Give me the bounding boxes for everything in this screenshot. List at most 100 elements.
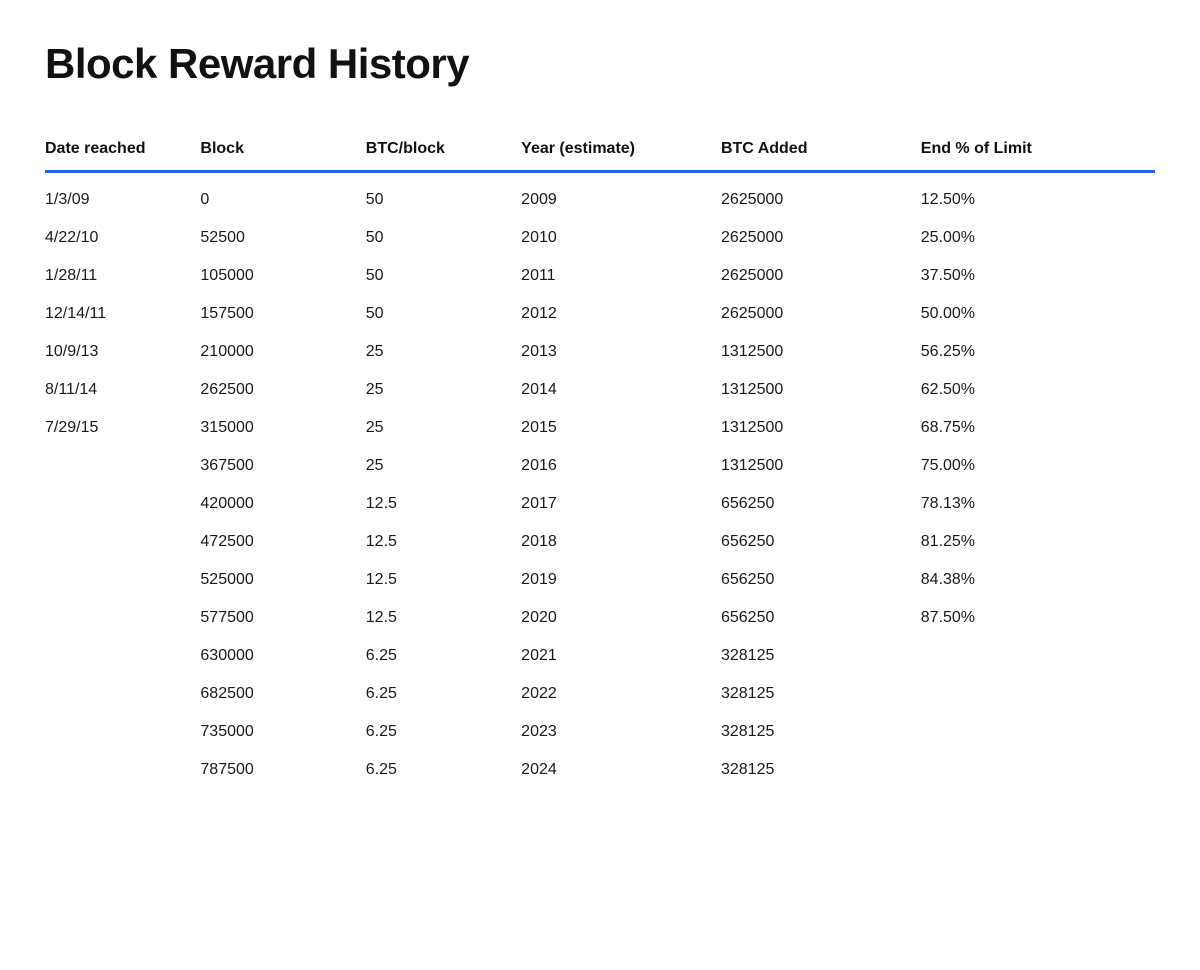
cell-date: 7/29/15 [45, 409, 200, 447]
cell-year: 2021 [511, 637, 711, 675]
cell-endlimit [911, 751, 1155, 789]
cell-btcblock: 12.5 [356, 523, 511, 561]
cell-year: 2014 [511, 371, 711, 409]
cell-btcadded: 656250 [711, 485, 911, 523]
cell-btcblock: 25 [356, 409, 511, 447]
cell-block: 682500 [200, 675, 355, 713]
table-body: 1/3/090502009262500012.50%4/22/105250050… [45, 173, 1155, 789]
cell-endlimit: 62.50% [911, 371, 1155, 409]
cell-btcblock: 50 [356, 219, 511, 257]
cell-block: 210000 [200, 333, 355, 371]
cell-year: 2017 [511, 485, 711, 523]
header-endlimit: End % of Limit [911, 128, 1155, 170]
cell-date: 4/22/10 [45, 219, 200, 257]
cell-btcadded: 656250 [711, 561, 911, 599]
cell-block: 262500 [200, 371, 355, 409]
table-row: 47250012.5201865625081.25% [45, 523, 1155, 561]
cell-btcadded: 328125 [711, 637, 911, 675]
table-row: 367500252016131250075.00% [45, 447, 1155, 485]
cell-btcblock: 25 [356, 333, 511, 371]
cell-date [45, 485, 200, 523]
cell-btcadded: 1312500 [711, 409, 911, 447]
cell-year: 2013 [511, 333, 711, 371]
table-row: 10/9/13210000252013131250056.25% [45, 333, 1155, 371]
cell-btcadded: 328125 [711, 713, 911, 751]
cell-year: 2023 [511, 713, 711, 751]
cell-btcblock: 6.25 [356, 751, 511, 789]
table-row: 7/29/15315000252015131250068.75% [45, 409, 1155, 447]
cell-block: 420000 [200, 485, 355, 523]
cell-block: 52500 [200, 219, 355, 257]
cell-block: 367500 [200, 447, 355, 485]
cell-year: 2024 [511, 751, 711, 789]
header-block: Block [200, 128, 355, 170]
cell-endlimit: 78.13% [911, 485, 1155, 523]
table-row: 1/3/090502009262500012.50% [45, 173, 1155, 219]
cell-date [45, 675, 200, 713]
cell-block: 525000 [200, 561, 355, 599]
cell-date [45, 523, 200, 561]
table-row: 8/11/14262500252014131250062.50% [45, 371, 1155, 409]
table-row: 52500012.5201965625084.38% [45, 561, 1155, 599]
cell-year: 2018 [511, 523, 711, 561]
cell-btcadded: 656250 [711, 523, 911, 561]
cell-btcblock: 6.25 [356, 675, 511, 713]
cell-btcadded: 1312500 [711, 371, 911, 409]
cell-btcblock: 25 [356, 447, 511, 485]
cell-year: 2010 [511, 219, 711, 257]
cell-date: 10/9/13 [45, 333, 200, 371]
cell-btcadded: 328125 [711, 751, 911, 789]
cell-btcadded: 2625000 [711, 219, 911, 257]
cell-endlimit: 68.75% [911, 409, 1155, 447]
cell-btcblock: 12.5 [356, 561, 511, 599]
cell-year: 2022 [511, 675, 711, 713]
cell-block: 735000 [200, 713, 355, 751]
cell-block: 787500 [200, 751, 355, 789]
cell-date [45, 637, 200, 675]
cell-block: 630000 [200, 637, 355, 675]
cell-endlimit: 50.00% [911, 295, 1155, 333]
cell-date [45, 561, 200, 599]
table-row: 7875006.252024328125 [45, 751, 1155, 789]
cell-block: 472500 [200, 523, 355, 561]
cell-date [45, 599, 200, 637]
cell-btcblock: 50 [356, 257, 511, 295]
cell-year: 2016 [511, 447, 711, 485]
block-reward-table: Date reached Block BTC/block Year (estim… [45, 128, 1155, 789]
table-row: 7350006.252023328125 [45, 713, 1155, 751]
cell-endlimit [911, 675, 1155, 713]
header-btcadded: BTC Added [711, 128, 911, 170]
cell-date [45, 713, 200, 751]
cell-btcblock: 12.5 [356, 599, 511, 637]
cell-block: 157500 [200, 295, 355, 333]
cell-btcadded: 2625000 [711, 257, 911, 295]
cell-year: 2019 [511, 561, 711, 599]
cell-btcadded: 2625000 [711, 295, 911, 333]
cell-btcblock: 6.25 [356, 637, 511, 675]
cell-block: 0 [200, 173, 355, 219]
header-year: Year (estimate) [511, 128, 711, 170]
table-row: 4/22/1052500502010262500025.00% [45, 219, 1155, 257]
cell-endlimit: 25.00% [911, 219, 1155, 257]
cell-year: 2009 [511, 173, 711, 219]
cell-date [45, 447, 200, 485]
cell-btcblock: 25 [356, 371, 511, 409]
cell-btcblock: 50 [356, 173, 511, 219]
header-date: Date reached [45, 128, 200, 170]
cell-year: 2020 [511, 599, 711, 637]
cell-endlimit: 56.25% [911, 333, 1155, 371]
cell-block: 315000 [200, 409, 355, 447]
cell-btcblock: 50 [356, 295, 511, 333]
cell-endlimit: 84.38% [911, 561, 1155, 599]
cell-block: 105000 [200, 257, 355, 295]
cell-date: 1/28/11 [45, 257, 200, 295]
header-btcblock: BTC/block [356, 128, 511, 170]
page-title: Block Reward History [45, 40, 1155, 88]
cell-endlimit: 75.00% [911, 447, 1155, 485]
table-header-row: Date reached Block BTC/block Year (estim… [45, 128, 1155, 170]
cell-btcadded: 1312500 [711, 447, 911, 485]
cell-btcadded: 2625000 [711, 173, 911, 219]
table-row: 6300006.252021328125 [45, 637, 1155, 675]
cell-endlimit: 12.50% [911, 173, 1155, 219]
cell-endlimit [911, 637, 1155, 675]
